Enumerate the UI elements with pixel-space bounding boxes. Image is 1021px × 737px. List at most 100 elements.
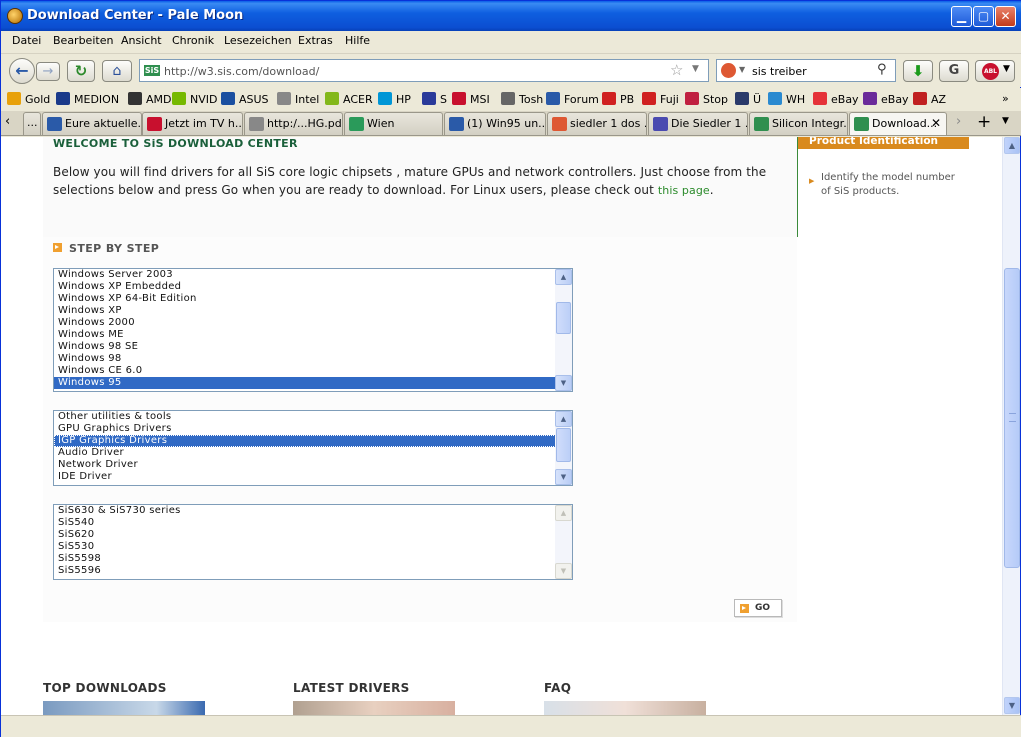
list-option[interactable]: Windows XP Embedded (54, 281, 572, 293)
bookmark-10[interactable]: Tosh (501, 92, 543, 106)
list-option[interactable]: Windows CE 6.0 (54, 365, 572, 377)
scroll-down-icon[interactable]: ▼ (555, 469, 572, 485)
tab-7[interactable]: Silicon Integr... (749, 112, 848, 135)
engine-dropdown-icon[interactable]: ▼ (739, 65, 745, 74)
tab-8[interactable]: Download... ✕ (849, 112, 947, 135)
bookmark-13[interactable]: Fuji (642, 92, 679, 106)
search-bar[interactable]: ▼ sis treiber ⚲ (716, 59, 896, 82)
list-option[interactable]: SiS5596 (54, 565, 572, 577)
list-option[interactable]: Windows 95 (54, 377, 572, 389)
list-option[interactable]: SiS620 (54, 529, 572, 541)
scroll-thumb[interactable] (556, 302, 571, 334)
search-icon[interactable]: ⚲ (877, 62, 887, 77)
tab-list-icon[interactable]: ▼ (1002, 116, 1009, 126)
menu-chronik[interactable]: Chronik (172, 34, 214, 47)
scroll-down-icon[interactable]: ▼ (555, 563, 572, 579)
os-listbox-scrollbar[interactable]: ▲ ▼ (555, 269, 572, 391)
bookmark-11[interactable]: Forum (546, 92, 599, 106)
list-option[interactable]: Windows 98 (54, 353, 572, 365)
bookmarks-overflow-icon[interactable]: » (1002, 92, 1009, 105)
driver-type-listbox-scrollbar[interactable]: ▲ ▼ (555, 411, 572, 485)
bookmark-12[interactable]: PB (602, 92, 634, 106)
bookmark-6[interactable]: ACER (325, 92, 373, 106)
home-button[interactable]: ⌂ (102, 60, 132, 82)
scroll-down-icon[interactable]: ▼ (555, 375, 572, 391)
list-option[interactable]: Windows 98 SE (54, 341, 572, 353)
bookmark-1[interactable]: MEDION (56, 92, 119, 106)
url-history-dropdown-icon[interactable]: ▼ (692, 64, 699, 74)
chevron-down-icon[interactable]: ▼ (1003, 64, 1010, 74)
tab-5[interactable]: siedler 1 dos ... (547, 112, 647, 135)
list-option[interactable]: Windows ME (54, 329, 572, 341)
new-tab-button[interactable]: + (977, 112, 991, 132)
list-option[interactable]: Windows XP (54, 305, 572, 317)
bookmark-7[interactable]: HP (378, 92, 411, 106)
menu-lesezeichen[interactable]: Lesezeichen (224, 34, 292, 47)
latest-drivers-image[interactable] (293, 701, 455, 715)
list-option[interactable]: Windows XP 64-Bit Edition (54, 293, 572, 305)
list-option[interactable]: Audio Driver (54, 447, 572, 459)
list-option[interactable]: GPU Graphics Drivers (54, 423, 572, 435)
bookmark-9[interactable]: MSI (452, 92, 490, 106)
menu-extras[interactable]: Extras (298, 34, 333, 47)
back-button[interactable]: ← (9, 58, 35, 84)
menu-datei[interactable]: Datei (12, 34, 41, 47)
scroll-thumb[interactable] (556, 428, 571, 462)
top-downloads-image[interactable] (43, 701, 205, 715)
list-option[interactable]: Windows 2000 (54, 317, 572, 329)
bookmark-star-icon[interactable]: ☆ (670, 61, 683, 79)
menu-ansicht[interactable]: Ansicht (121, 34, 162, 47)
bookmark-16[interactable]: WH (768, 92, 805, 106)
greasemonkey-button[interactable]: G (939, 60, 969, 82)
tab-overflow[interactable]: ... (23, 112, 41, 135)
tab-3[interactable]: Wien (344, 112, 443, 135)
scroll-up-icon[interactable]: ▲ (555, 411, 572, 427)
close-button[interactable]: ✕ (995, 6, 1016, 27)
bookmark-3[interactable]: NVID (172, 92, 217, 106)
close-tab-icon[interactable]: ✕ (931, 116, 941, 130)
sidebar-link-text[interactable]: Identify the model number of SiS product… (821, 171, 961, 199)
bookmark-4[interactable]: ASUS (221, 92, 269, 106)
minimize-button[interactable]: ▁ (951, 6, 972, 27)
tab-0[interactable]: Eure aktuelle... (42, 112, 142, 135)
forward-button[interactable]: → (36, 62, 60, 81)
list-option[interactable]: IDE Driver (54, 471, 572, 483)
bookmark-15[interactable]: Ü (735, 92, 761, 106)
tab-scroll-right-icon[interactable]: › (956, 114, 961, 129)
url-text[interactable]: http://w3.sis.com/download/ (164, 65, 319, 78)
list-option[interactable]: Other utilities & tools (54, 411, 572, 423)
scroll-up-icon[interactable]: ▲ (555, 505, 572, 521)
faq-image[interactable] (544, 701, 706, 715)
bookmark-19[interactable]: AZ (913, 92, 946, 106)
bookmark-18[interactable]: eBay (863, 92, 909, 106)
reload-button[interactable]: ↻ (67, 60, 95, 82)
tab-scroll-left-icon[interactable]: ‹ (5, 114, 10, 129)
scroll-down-icon[interactable]: ▼ (1004, 697, 1020, 714)
maximize-button[interactable]: ▢ (973, 6, 994, 27)
bookmark-5[interactable]: Intel (277, 92, 319, 106)
bookmark-17[interactable]: eBay (813, 92, 859, 106)
list-option[interactable]: Network Driver (54, 459, 572, 471)
menu-hilfe[interactable]: Hilfe (345, 34, 370, 47)
scroll-up-icon[interactable]: ▲ (1004, 137, 1020, 154)
page-scroll-thumb[interactable] (1004, 268, 1020, 568)
search-input[interactable]: sis treiber (752, 65, 807, 78)
list-option[interactable]: SiS630 & SiS730 series (54, 505, 572, 517)
menu-bearbeiten[interactable]: Bearbeiten (53, 34, 113, 47)
tab-4[interactable]: (1) Win95 un... (444, 112, 546, 135)
list-option[interactable]: SiS540 (54, 517, 572, 529)
list-option[interactable]: IGP Graphics Drivers (54, 435, 572, 447)
duckduckgo-icon[interactable] (721, 63, 736, 78)
bookmark-2[interactable]: AMD (128, 92, 172, 106)
bookmark-14[interactable]: Stop (685, 92, 728, 106)
tab-1[interactable]: Jetzt im TV h... (142, 112, 243, 135)
bookmark-8[interactable]: S (422, 92, 447, 106)
driver-type-listbox[interactable]: Other utilities & tools GPU Graphics Driv… (53, 410, 573, 486)
go-button[interactable]: GO (734, 599, 782, 617)
adblock-button[interactable]: ABL ▼ (975, 60, 1015, 82)
page-scrollbar[interactable]: ▲ ▼ (1002, 137, 1020, 715)
scroll-up-icon[interactable]: ▲ (555, 269, 572, 285)
list-option[interactable]: SiS530 (54, 541, 572, 553)
chipset-listbox-scrollbar[interactable]: ▲ ▼ (555, 505, 572, 579)
list-option[interactable]: SiS5598 (54, 553, 572, 565)
